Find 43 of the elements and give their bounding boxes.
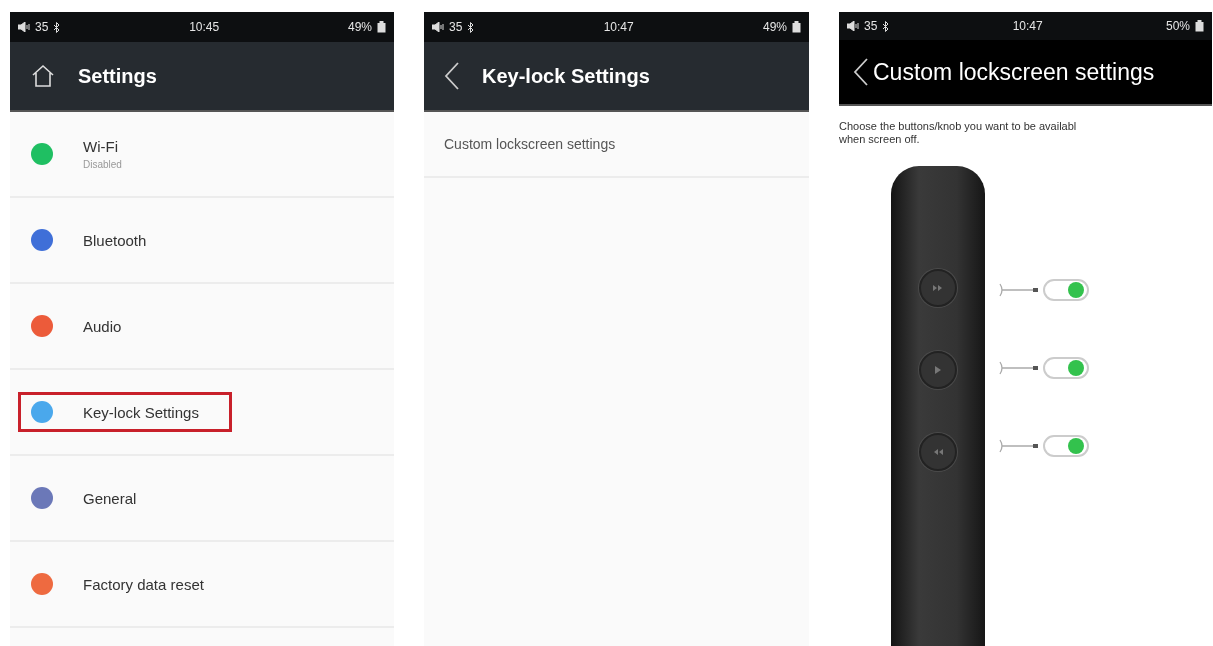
- row-label: Factory data reset: [83, 575, 204, 593]
- media-button-icon: [933, 284, 943, 292]
- battery-percent: 50%: [1165, 19, 1190, 34]
- row-status: Disabled: [83, 159, 122, 170]
- clock-time: 10:47: [1012, 19, 1043, 34]
- volume-icon: [847, 21, 859, 32]
- media-button-icon: [933, 448, 943, 456]
- row-label: General: [83, 489, 137, 507]
- row-label: Custom lockscreen settings: [444, 136, 616, 152]
- battery-icon: [1195, 20, 1204, 33]
- screen-title: Custom lockscreen settings: [873, 58, 1155, 86]
- connector-line: [999, 439, 1039, 453]
- battery-icon: [377, 21, 386, 33]
- volume-icon: [432, 22, 444, 32]
- toggle-switch[interactable]: [1043, 435, 1089, 457]
- row-label: Key-lock Settings: [83, 403, 199, 421]
- volume-level: 35: [449, 20, 463, 34]
- toggle-switch[interactable]: [1043, 357, 1089, 379]
- clock-time: 10:47: [603, 20, 634, 34]
- description-text: when screen off.: [839, 133, 921, 146]
- battery-percent: 49%: [762, 20, 787, 34]
- volume-level: 35: [35, 20, 49, 34]
- screen-title: Settings: [78, 64, 157, 88]
- volume-icon: [18, 22, 30, 32]
- toggle-switch[interactable]: [1043, 279, 1089, 301]
- home-icon[interactable]: [30, 63, 56, 89]
- row-label: Wi-Fi: [83, 138, 119, 155]
- bluetooth-icon: [467, 21, 475, 33]
- media-button-icon: [933, 366, 943, 374]
- bluetooth-icon: [53, 21, 61, 33]
- back-icon[interactable]: [853, 57, 869, 88]
- row-label: Bluetooth: [83, 231, 147, 249]
- battery-percent: 49%: [347, 20, 372, 34]
- screen-title: Key-lock Settings: [482, 64, 650, 88]
- connector-line: [999, 361, 1039, 375]
- battery-icon: [792, 21, 801, 33]
- back-icon[interactable]: [444, 61, 460, 91]
- volume-level: 35: [864, 19, 878, 34]
- clock-time: 10:45: [189, 20, 220, 34]
- bluetooth-icon: [882, 20, 890, 32]
- row-label: Audio: [83, 317, 122, 335]
- connector-line: [999, 283, 1039, 297]
- description-text: Choose the buttons/knob you want to be availabl: [839, 120, 1078, 133]
